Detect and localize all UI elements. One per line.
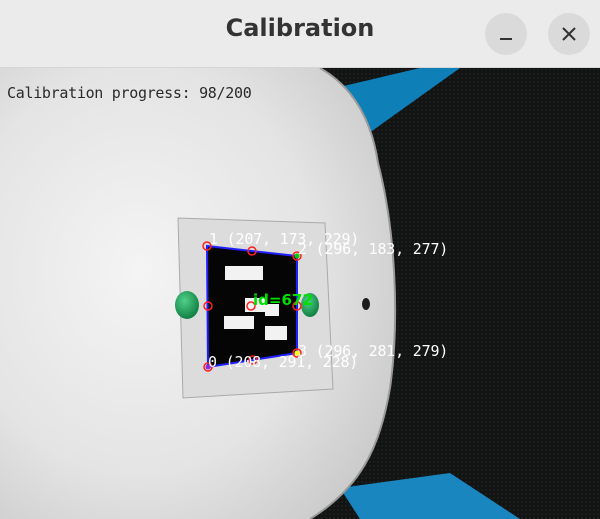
marker-id-label: id=672 (253, 291, 313, 309)
minimize-icon (500, 38, 512, 40)
camera-feed: Calibration progress: 98/200 1 (207, 173… (0, 68, 600, 519)
green-button-left (175, 291, 199, 319)
panel-hole (362, 298, 370, 310)
calibration-progress-text: Calibration progress: 98/200 (7, 84, 252, 102)
close-button[interactable] (548, 13, 590, 55)
title-bar[interactable]: Calibration (0, 0, 600, 68)
corner-label-0: 0 (208, 291, 228) (208, 353, 359, 371)
corner-label-2: 2 (296, 183, 277) (298, 240, 449, 258)
calibration-window: Calibration Calibration progress: 98/200… (0, 0, 600, 519)
minimize-button[interactable] (485, 13, 527, 55)
close-icon (562, 27, 576, 41)
